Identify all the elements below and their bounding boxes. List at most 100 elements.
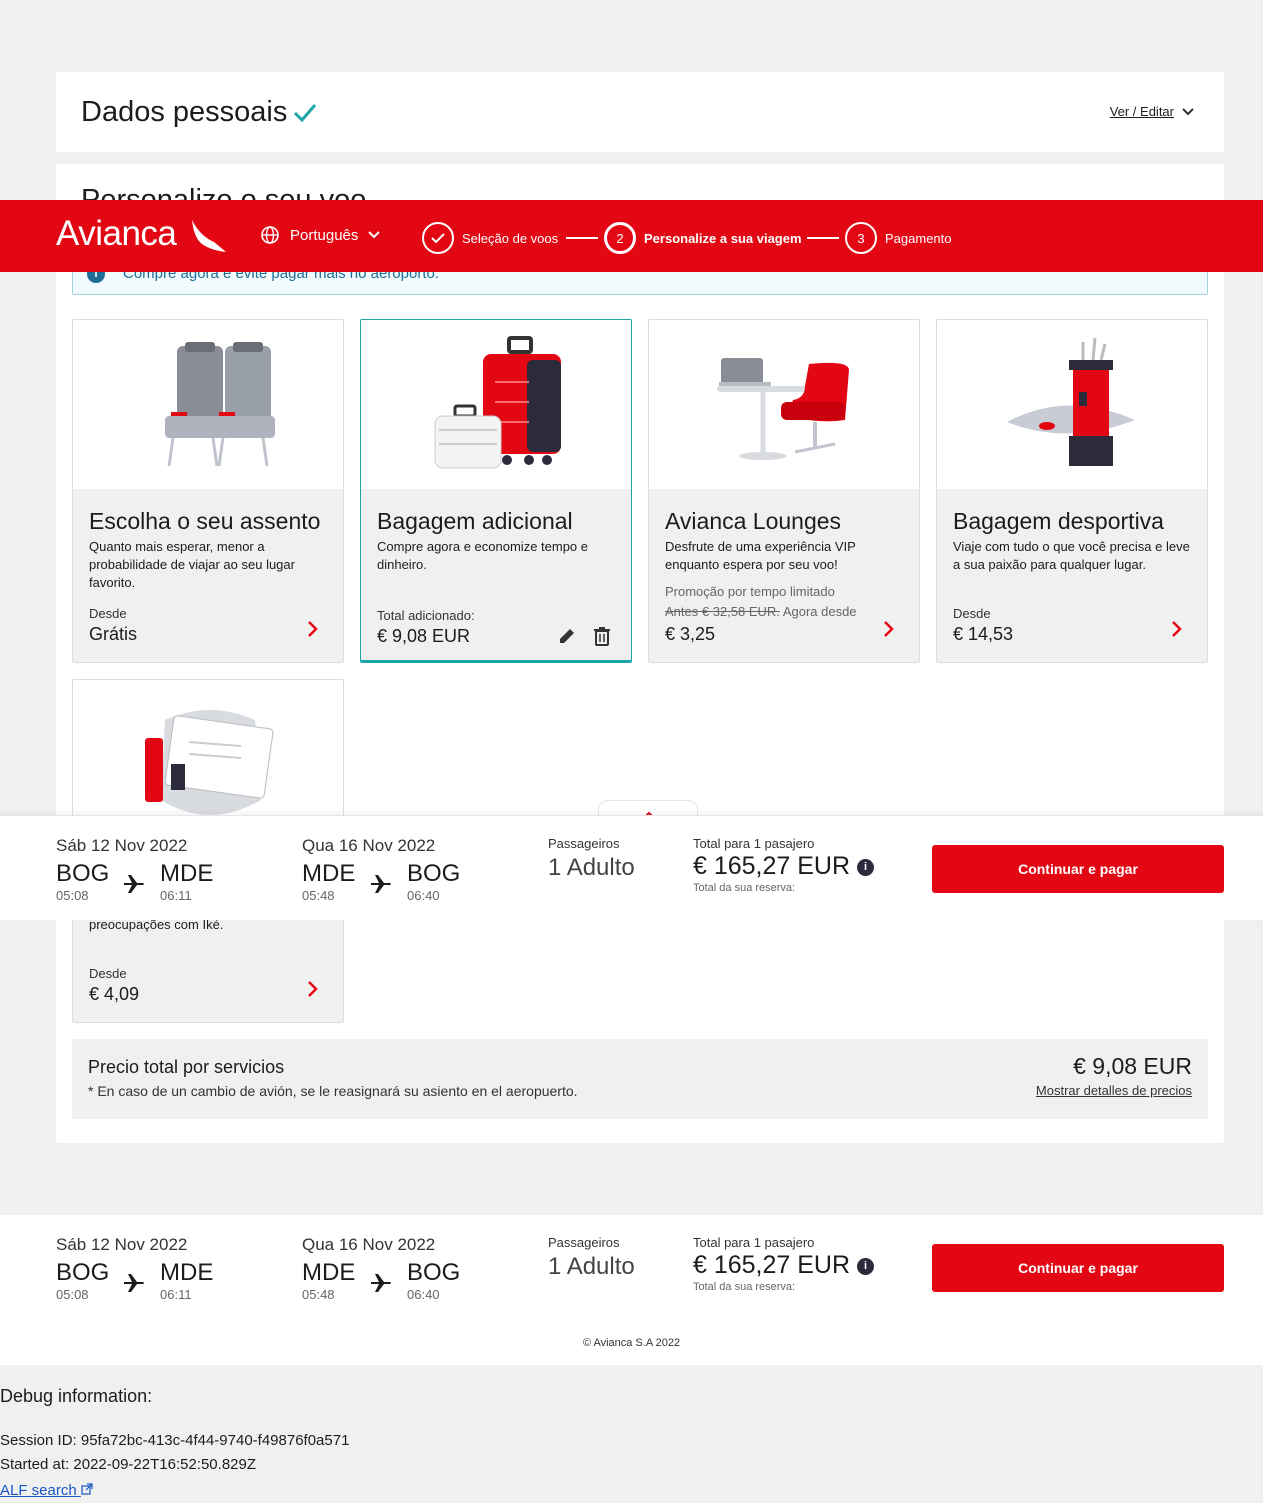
- inbound-departure-time: 05:48: [302, 1287, 335, 1302]
- service-card-seat[interactable]: Escolha o seu assento Quanto mais espera…: [72, 319, 344, 663]
- personal-data-title: Dados pessoais: [81, 96, 288, 128]
- step-divider: [566, 237, 598, 239]
- bird-logo-icon: [191, 219, 226, 252]
- chevron-down-icon: [368, 231, 381, 239]
- services-total-label: Precio total por servicios: [88, 1057, 285, 1077]
- airplane-icon: [371, 875, 391, 893]
- service-name: Escolha o seu assento: [89, 508, 321, 534]
- inbound-departure-time: 05:48: [302, 888, 335, 903]
- services-total-box: Precio total por servicios * En caso de …: [72, 1039, 1208, 1119]
- baggage-illustration: [361, 320, 631, 489]
- step-number: 2: [604, 222, 636, 254]
- debug-session-id: Session ID: 95fa72bc-413c-4f44-9740-f498…: [0, 1432, 350, 1449]
- step-label: Pagamento: [885, 230, 952, 246]
- outbound-origin: BOG: [56, 1259, 110, 1286]
- outbound-date: Sáb 12 Nov 2022: [56, 1235, 188, 1254]
- outbound-departure-time: 05:08: [56, 1287, 89, 1302]
- outbound-origin: BOG: [56, 860, 110, 887]
- view-edit-label: Ver / Editar: [1109, 104, 1174, 119]
- chevron-right-icon[interactable]: [307, 980, 319, 998]
- passengers-value: 1 Adulto: [548, 854, 635, 881]
- continue-pay-button[interactable]: Continuar e pagar: [932, 1244, 1224, 1292]
- debug-title: Debug information:: [0, 1386, 153, 1406]
- outbound-destination: MDE: [160, 1259, 214, 1286]
- inbound-destination: BOG: [407, 860, 461, 887]
- passengers-value: 1 Adulto: [548, 1253, 635, 1280]
- old-price: Antes € 32,58 EUR.: [665, 604, 780, 619]
- service-card-baggage[interactable]: Bagagem adicional Compre agora e economi…: [360, 319, 632, 663]
- service-card-sports[interactable]: Bagagem desportiva Viaje com tudo o que …: [936, 319, 1208, 663]
- lounge-illustration: [649, 320, 919, 489]
- service-desc: Desfrute de uma experiência VIP enquanto…: [665, 539, 856, 572]
- services-total-price: € 9,08 EUR: [1073, 1053, 1192, 1079]
- service-card-lounges[interactable]: Avianca Lounges Desfrute de uma experiên…: [648, 319, 920, 663]
- sports-baggage-illustration: [937, 320, 1207, 489]
- inbound-date: Qua 16 Nov 2022: [302, 1235, 436, 1254]
- edit-pencil-icon[interactable]: [557, 626, 577, 646]
- now-label: Agora desde: [782, 604, 857, 619]
- inbound-destination: BOG: [407, 1259, 461, 1286]
- personal-data-card: Dados pessoais Ver / Editar: [56, 72, 1224, 152]
- chevron-right-icon[interactable]: [1171, 620, 1183, 638]
- step-payment: 3 Pagamento: [845, 222, 952, 254]
- price-details-link[interactable]: Mostrar detalles de precios: [1036, 1083, 1192, 1098]
- passengers-label: Passageiros: [548, 1235, 620, 1250]
- service-name: Avianca Lounges: [665, 508, 842, 534]
- service-desc: Viaje com tudo o que você precisa e leve…: [953, 539, 1190, 572]
- service-price: € 14,53: [953, 624, 1014, 644]
- outbound-departure-time: 05:08: [56, 888, 89, 903]
- alf-search-link[interactable]: ALF search: [0, 1482, 93, 1499]
- personalize-card: Personalize o seu voo i Compre agora e e…: [56, 164, 1224, 1143]
- total-price: € 165,27 EUR: [693, 1251, 851, 1279]
- language-selector[interactable]: Português: [260, 225, 381, 245]
- total-label: Total para 1 pasajero: [693, 836, 815, 851]
- passengers-label: Passageiros: [548, 836, 620, 851]
- avianca-logo: Avianca: [56, 214, 228, 256]
- outbound-arrival-time: 06:11: [160, 888, 192, 903]
- summary-toggle-tab[interactable]: [598, 800, 698, 819]
- chevron-right-icon[interactable]: [307, 620, 319, 638]
- airplane-icon: [371, 1274, 391, 1292]
- step-number: 3: [845, 222, 877, 254]
- step-divider: [807, 237, 839, 239]
- step-done-icon: [422, 222, 454, 254]
- service-total-label: Total adicionado:: [377, 608, 475, 623]
- airplane-icon: [124, 1274, 144, 1292]
- service-name: Bagagem desportiva: [953, 508, 1164, 534]
- total-subtext: Total da sua reserva:: [693, 882, 796, 894]
- total-price: € 165,27 EUR: [693, 852, 851, 880]
- outbound-destination: MDE: [160, 860, 214, 887]
- continue-pay-button[interactable]: Continuar e pagar: [932, 845, 1224, 893]
- step-flight-selection[interactable]: Seleção de voos: [422, 222, 558, 254]
- promo-label: Promoção por tempo limitado: [665, 584, 835, 599]
- step-label: Personalize a sua viagem: [644, 230, 802, 246]
- globe-icon: [261, 226, 279, 244]
- debug-started-at: Started at: 2022-09-22T16:52:50.829Z: [0, 1456, 257, 1473]
- outbound-arrival-time: 06:11: [160, 1287, 192, 1302]
- total-label: Total para 1 pasajero: [693, 1235, 815, 1250]
- service-from-label: Desde: [953, 606, 991, 621]
- inbound-arrival-time: 06:40: [407, 1287, 440, 1302]
- step-label: Seleção de voos: [462, 230, 559, 246]
- airplane-icon: [124, 875, 144, 893]
- chevron-down-icon: [1182, 107, 1194, 115]
- service-from-label: Desde: [89, 606, 127, 621]
- top-header: Avianca Português Seleção de voos 2 Pers…: [0, 200, 1263, 272]
- service-desc: Quanto mais esperar, menor a probabilida…: [89, 539, 295, 590]
- debug-info: Debug information: Session ID: 95fa72bc-…: [0, 1366, 1263, 1503]
- inbound-arrival-time: 06:40: [407, 888, 440, 903]
- view-edit-link[interactable]: Ver / Editar: [1110, 104, 1194, 119]
- info-icon[interactable]: i: [857, 1258, 874, 1275]
- booking-summary-footer: Sáb 12 Nov 2022 BOG 05:08 MDE 06:11 Qua …: [0, 1215, 1263, 1365]
- service-price: € 3,25: [665, 624, 716, 644]
- inbound-date: Qua 16 Nov 2022: [302, 836, 436, 855]
- info-icon[interactable]: i: [857, 859, 874, 876]
- language-label: Português: [290, 226, 359, 244]
- service-price: € 4,09: [89, 984, 140, 1004]
- service-name: Bagagem adicional: [377, 508, 573, 534]
- trash-icon[interactable]: [593, 626, 611, 646]
- booking-summary-overlay: Sáb 12 Nov 2022 BOG 05:08 MDE 06:11 Qua …: [0, 815, 1263, 920]
- chevron-right-icon[interactable]: [883, 620, 895, 638]
- inbound-origin: MDE: [302, 860, 356, 887]
- service-price: € 9,08 EUR: [377, 626, 471, 646]
